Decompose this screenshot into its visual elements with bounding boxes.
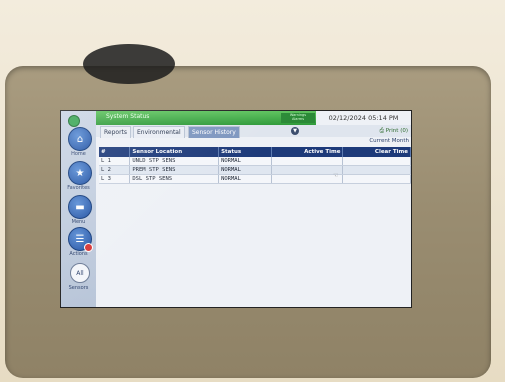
print-button[interactable]: ⎙ Print (0)	[364, 126, 408, 136]
touch-screen: ⌂ Home ★ Favorites ▬ Menu ☰ Actions All …	[60, 110, 412, 308]
actions-icon: ☰	[75, 233, 85, 245]
favorites-label: Favorites	[67, 185, 90, 191]
actions-label: Actions	[69, 251, 88, 257]
cell-location: PREM STP SENS	[129, 165, 220, 175]
col-clear-time-header[interactable]: Clear Time	[342, 147, 411, 157]
menu-icon: ▬	[75, 201, 85, 213]
table-row[interactable]: L 1 UNLD STP SENS NORMAL	[99, 157, 411, 166]
home-label: Home	[71, 151, 86, 157]
table-row[interactable]: L 3 DSL STP SENS NORMAL	[99, 174, 411, 184]
sensors-label: Sensors	[68, 285, 89, 291]
datetime-display: 02/12/2024 05:14 PM	[316, 111, 411, 125]
cell-number: L 2	[99, 165, 131, 175]
status-header: System Status Warnings Alarms 02/12/2024…	[96, 111, 411, 125]
all-sensors-button[interactable]: All	[70, 263, 90, 283]
touch-cursor-icon: ☜	[333, 172, 339, 179]
left-nav-rail: ⌂ Home ★ Favorites ▬ Menu ☰ Actions All …	[61, 111, 96, 307]
col-number-header[interactable]: #	[99, 147, 131, 157]
menu-button[interactable]: ▬	[68, 195, 92, 219]
device-opening	[83, 44, 175, 84]
print-label: Print (0)	[385, 128, 408, 134]
col-status-header[interactable]: Status	[218, 147, 272, 157]
system-status-title[interactable]: System Status	[106, 113, 149, 120]
cell-clear-time	[342, 174, 411, 184]
star-icon: ★	[75, 167, 85, 179]
alarms-label: Alarms	[291, 117, 305, 121]
cell-status: NORMAL	[218, 165, 272, 175]
table-header-row: # Sensor Location Status Active Time Cle…	[99, 147, 411, 157]
cell-location: DSL STP SENS	[129, 174, 220, 184]
settings-gear-icon[interactable]	[68, 115, 80, 127]
period-selector[interactable]: Current Month	[96, 137, 409, 146]
cell-status: NORMAL	[218, 157, 272, 166]
favorites-button[interactable]: ★	[68, 161, 92, 185]
cell-number: L 1	[99, 157, 131, 166]
tab-bar: Reports Environmental Sensor History ▼ ⎙…	[96, 125, 411, 138]
cell-clear-time	[342, 165, 411, 175]
home-button[interactable]: ⌂	[68, 127, 92, 151]
col-active-time-header[interactable]: Active Time	[271, 147, 344, 157]
sensor-history-table: # Sensor Location Status Active Time Cle…	[99, 147, 411, 184]
chevron-down-icon[interactable]: ▼	[291, 127, 299, 135]
cell-location: UNLD STP SENS	[129, 157, 220, 166]
cell-active-time	[271, 157, 344, 166]
table-row[interactable]: L 2 PREM STP SENS NORMAL	[99, 165, 411, 175]
cell-status: NORMAL	[218, 174, 272, 184]
home-icon: ⌂	[76, 133, 84, 145]
cell-number: L 3	[99, 174, 131, 184]
menu-label: Menu	[71, 219, 86, 225]
actions-button[interactable]: ☰	[68, 227, 93, 252]
cell-clear-time	[342, 157, 411, 166]
alarm-indicator[interactable]: Warnings Alarms	[281, 113, 315, 123]
col-location-header[interactable]: Sensor Location	[129, 147, 220, 157]
